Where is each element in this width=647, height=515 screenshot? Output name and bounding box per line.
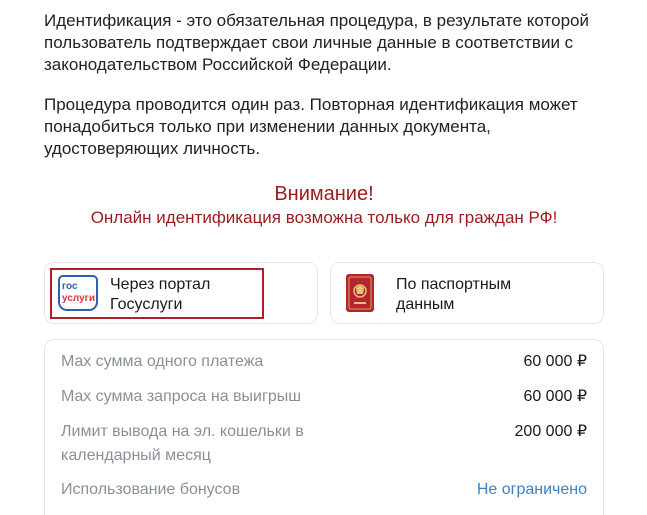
- limit-row: Лимит вывода на эл. кошельки в календарн…: [61, 420, 587, 468]
- bonus-usage-link[interactable]: Не ограничено: [477, 478, 587, 502]
- gosuslugi-method-button[interactable]: гос услуги Через портал Госуслуги: [44, 262, 318, 324]
- limit-label: Лимит вывода на эл. кошельки в календарн…: [61, 423, 304, 464]
- citizenship-warning: Внимание! Онлайн идентификация возможна …: [44, 181, 604, 229]
- gosuslugi-method-label: Через портал Госуслуги: [110, 276, 211, 313]
- limit-value: 60 000 ₽: [523, 353, 587, 370]
- intro-paragraph-2: Процедура проводится один раз. Повторная…: [44, 95, 578, 158]
- passport-icon: [346, 274, 374, 312]
- limit-value: 200 000 ₽: [514, 423, 587, 440]
- warning-text: Онлайн идентификация возможна только для…: [90, 208, 558, 227]
- limit-row: Max сумма одного платежа 60 000 ₽: [61, 350, 587, 374]
- limit-label: Max сумма одного платежа: [61, 353, 264, 370]
- svg-text:гос: гос: [62, 281, 78, 292]
- svg-text:услуги: услуги: [62, 293, 95, 304]
- limit-label: Использование бонусов: [61, 481, 241, 498]
- intro-paragraph-1: Идентификация - это обязательная процеду…: [44, 11, 589, 74]
- limit-row: Использование бонусов Не ограничено: [61, 478, 587, 502]
- identification-page: Идентификация - это обязательная процеду…: [0, 0, 647, 515]
- passport-method-button[interactable]: По паспортным данным: [330, 262, 604, 324]
- gosuslugi-logo-icon: гос услуги: [58, 275, 98, 311]
- limits-table: Max сумма одного платежа 60 000 ₽ Max су…: [44, 339, 604, 515]
- passport-method-label: По паспортным данным: [396, 276, 512, 313]
- limit-value: 60 000 ₽: [523, 388, 587, 405]
- limit-row: Max сумма запроса на выигрыш 60 000 ₽: [61, 385, 587, 409]
- warning-title: Внимание!: [274, 183, 374, 205]
- limit-label: Max сумма запроса на выигрыш: [61, 388, 302, 405]
